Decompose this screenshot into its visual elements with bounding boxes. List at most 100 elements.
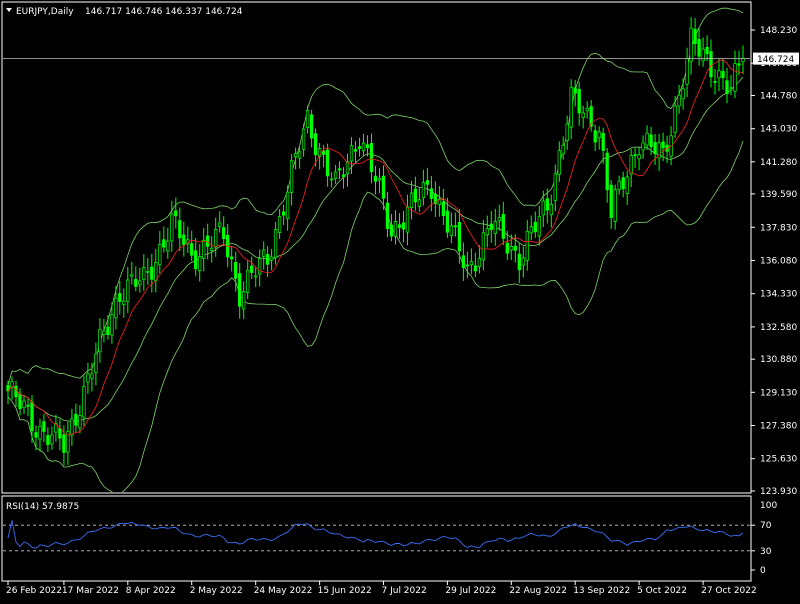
candle-body (325, 149, 330, 177)
candle-body (473, 265, 478, 272)
candle-body (30, 401, 34, 432)
candle-body (697, 39, 701, 57)
candle-body (485, 228, 489, 236)
time-tick-label: 13 Sep 2022 (573, 586, 630, 596)
candle-body (182, 234, 186, 246)
candle-body (162, 239, 166, 248)
candle-body (409, 192, 414, 209)
candle-body (429, 188, 434, 199)
ohlc-readout: 146.717 146.746 146.337 146.724 (85, 7, 243, 17)
candle-body (26, 404, 30, 407)
candle-body (497, 216, 501, 222)
candle-body (321, 150, 326, 155)
chart-canvas[interactable]: EURJPY,Daily 146.717 146.746 146.337 146… (0, 0, 800, 600)
candle-body (417, 199, 422, 207)
candle-body (254, 275, 258, 278)
candle-body (737, 63, 741, 66)
candle-body (190, 243, 194, 256)
candle-body (341, 174, 346, 178)
candle-body (313, 133, 318, 156)
candle-body (681, 88, 685, 100)
candle-body (505, 242, 509, 254)
candle-body (649, 134, 653, 148)
time-tick-label: 24 May 2022 (254, 586, 313, 596)
candle-body (234, 262, 238, 279)
price-tick-label: 139.590 (760, 190, 797, 200)
candle-body (289, 160, 294, 193)
candle-body (301, 128, 306, 150)
candle-body (425, 180, 430, 185)
candle-body (134, 279, 138, 287)
candle-body (118, 293, 122, 302)
candle-body (222, 227, 226, 240)
candle-body (573, 87, 577, 94)
candle-body (174, 210, 178, 217)
candle-body (413, 188, 418, 203)
candle-body (122, 300, 126, 305)
chart-window[interactable]: EURJPY,Daily 146.717 146.746 146.337 146… (0, 0, 800, 600)
candle-body (230, 256, 234, 260)
candle-body (38, 425, 42, 440)
candle-body (166, 240, 170, 252)
candle-body (389, 224, 394, 237)
candle-body (202, 239, 206, 259)
candle-body (114, 297, 118, 319)
time-tick-label: 5 Oct 2022 (637, 586, 687, 596)
candle-body (333, 171, 338, 179)
candle-body (102, 330, 106, 335)
candle-body (605, 152, 609, 191)
current-price-marker: 146.724 (753, 52, 799, 65)
candle-body (457, 222, 462, 252)
candle-body (477, 257, 482, 267)
candle-body (525, 231, 529, 261)
candle-body (729, 87, 733, 90)
candle-body (150, 266, 154, 280)
candle-body (329, 178, 334, 181)
price-tick-label: 125.630 (760, 455, 797, 465)
symbol-timeframe-label[interactable]: EURJPY,Daily (16, 7, 74, 17)
time-tick-label: 22 Aug 2022 (509, 586, 567, 596)
candle-body (393, 220, 398, 237)
price-tick-label: 137.830 (760, 223, 797, 233)
candle-body (86, 373, 90, 383)
candle-body (401, 222, 406, 230)
rsi-title: RSI(14) 57.9875 (6, 502, 79, 512)
candle-body (709, 51, 713, 78)
time-tick-label: 26 Feb 2022 (6, 586, 62, 596)
candle-body (653, 142, 657, 155)
candle-body (561, 144, 565, 155)
candle-body (557, 150, 561, 175)
candle-body (158, 244, 162, 266)
candle-body (717, 70, 721, 79)
time-tick-label: 7 Jul 2022 (382, 586, 427, 596)
candle-body (42, 421, 46, 432)
candle-body (701, 48, 705, 62)
price-tick-label: 143.030 (760, 125, 797, 135)
price-tick-label: 144.780 (760, 92, 797, 102)
candle-body (50, 434, 54, 445)
candle-body (593, 130, 597, 143)
time-tick-label: 15 Jun 2022 (318, 586, 372, 596)
candle-body (617, 180, 621, 190)
candle-body (549, 203, 553, 216)
candle-body (198, 256, 202, 272)
candle-body (110, 314, 114, 336)
candle-body (641, 142, 645, 151)
candle-body (529, 226, 533, 234)
candle-body (214, 228, 218, 248)
candle-body (70, 418, 74, 436)
candle-body (242, 291, 246, 310)
candle-body (445, 210, 450, 233)
candle-body (645, 132, 649, 146)
candle-body (22, 400, 26, 408)
time-tick-label: 2 May 2022 (190, 586, 243, 596)
candle-body (553, 173, 557, 201)
candle-body (521, 257, 525, 266)
candle-body (126, 279, 130, 303)
candle-body (385, 202, 390, 230)
candle-body (365, 144, 370, 149)
time-tick-label: 8 Apr 2022 (126, 586, 176, 596)
candle-body (78, 415, 82, 429)
candle-body (597, 131, 601, 139)
candle-body (489, 223, 493, 230)
